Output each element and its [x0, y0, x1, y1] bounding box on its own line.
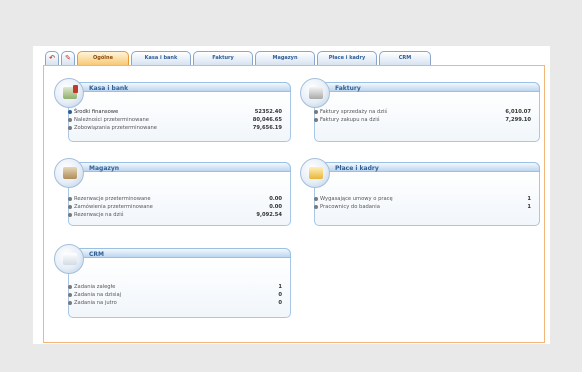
warehouse-boxes-icon: [54, 158, 84, 188]
panel-title: Faktury: [335, 85, 361, 92]
cash-register-icon: [54, 78, 84, 108]
list-item[interactable]: Faktury zakupu na dziś 7,299.10: [314, 117, 539, 124]
list-item[interactable]: Środki finansowe 52352.40: [68, 109, 290, 116]
list-item[interactable]: Pracownicy do badania 1: [314, 204, 539, 211]
list-item[interactable]: Rezerwacje na dziś 9,092.54: [68, 212, 290, 219]
payroll-money-icon: [300, 158, 330, 188]
panel-header: Faktury: [314, 82, 540, 92]
edit-icon: ✎: [65, 54, 71, 62]
tab-magazyn[interactable]: Magazyn: [255, 51, 315, 65]
panel-header: CRM: [68, 248, 291, 258]
panel-header: Magazyn: [68, 162, 291, 172]
list-item[interactable]: Wygasające umowy o pracę 1: [314, 196, 539, 203]
panel-title: Magazyn: [89, 165, 120, 172]
tab-faktury[interactable]: Faktury: [193, 51, 253, 65]
panel-title: CRM: [89, 251, 104, 258]
panel-title: Kasa i bank: [89, 85, 129, 92]
tab-crm[interactable]: CRM: [379, 51, 431, 65]
list-item[interactable]: Faktury sprzedaży na dziś 6,010.07: [314, 109, 539, 116]
invoice-printer-icon: [300, 78, 330, 108]
panel-place-i-kadry: Płace i kadry Wygasające umowy o pracę 1…: [300, 158, 540, 230]
panel-crm: CRM Zadania zaległe 1 Zadania na dzisiaj…: [54, 244, 291, 322]
panel-header: Płace i kadry: [314, 162, 540, 172]
back-arrow-icon: ↶: [49, 54, 55, 62]
list-item[interactable]: Rezerwacje przeterminowane 0.00: [68, 196, 290, 203]
panel-magazyn: Magazyn Rezerwacje przeterminowane 0.00 …: [54, 158, 291, 230]
list-item[interactable]: Zamówienia przeterminowane 0.00: [68, 204, 290, 211]
tab-place-i-kadry[interactable]: Płace i kadry: [317, 51, 377, 65]
list-item[interactable]: Należności przeterminowane 80,046.65: [68, 117, 290, 124]
tab-kasa-i-bank[interactable]: Kasa i bank: [131, 51, 191, 65]
tab-strip: ↶ ✎ Ogólne Kasa i bank Faktury Magazyn P…: [45, 51, 545, 66]
tab-ogolne[interactable]: Ogólne: [77, 51, 129, 66]
list-item[interactable]: Zadania na jutro 0: [68, 300, 290, 307]
crm-notes-icon: [54, 244, 84, 274]
list-item[interactable]: Zobowiązania przeterminowane 79,656.19: [68, 125, 290, 132]
panel-header: Kasa i bank: [68, 82, 291, 92]
list-item[interactable]: Zadania zaległe 1: [68, 284, 290, 291]
panel-title: Płace i kadry: [335, 165, 379, 172]
panel-faktury: Faktury Faktury sprzedaży na dziś 6,010.…: [300, 78, 540, 146]
tab-back[interactable]: ↶: [45, 51, 59, 65]
list-item[interactable]: Zadania na dzisiaj 0: [68, 292, 290, 299]
tab-edit[interactable]: ✎: [61, 51, 75, 65]
panel-kasa-i-bank: Kasa i bank Środki finansowe 52352.40 Na…: [54, 78, 291, 146]
